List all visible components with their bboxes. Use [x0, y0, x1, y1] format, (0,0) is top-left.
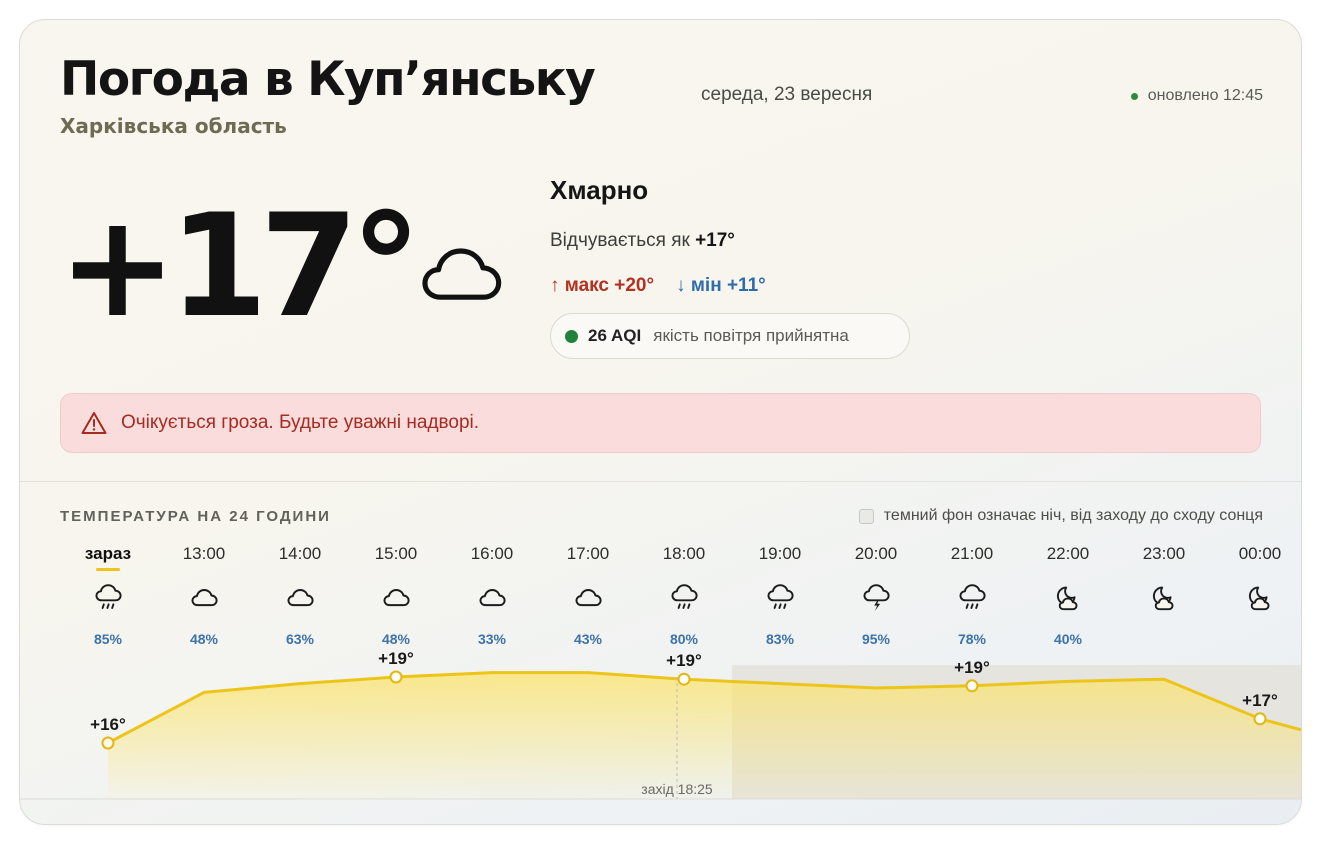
divider	[20, 481, 1301, 482]
warning-icon	[81, 412, 107, 434]
sunset-label: захід 18:25	[641, 781, 713, 797]
weather-card: Погода в Куп’янську середа, 23 вересня Х…	[19, 19, 1302, 825]
cloud-icon	[422, 248, 502, 300]
cloud-icon	[285, 584, 315, 619]
alert-text: Очікується гроза. Будьте уважні надворі.	[121, 412, 480, 433]
temperature-label: +19°	[378, 649, 414, 668]
hour-label: 19:00	[758, 544, 802, 563]
hour-label: зараз	[84, 544, 132, 563]
hour-slot: 23:00	[1124, 544, 1204, 611]
aqi-badge: 26 AQI якість повітря прийнятна	[550, 313, 910, 359]
updated-status: оновлено 12:45	[1130, 87, 1263, 105]
storm-alert: Очікується гроза. Будьте уважні надворі.	[60, 393, 1261, 453]
night-legend: темний фон означає ніч, від заходу до сх…	[858, 507, 1263, 525]
night-legend-swatch	[858, 508, 874, 524]
temperature-label: +19°	[666, 651, 702, 670]
feels-like-label: Відчувається як	[550, 230, 690, 251]
min-temp: ↓ мін +11°	[676, 275, 766, 296]
moon-cloud-icon	[1053, 584, 1083, 619]
rain-icon	[765, 584, 795, 619]
hour-label: 23:00	[1142, 544, 1186, 563]
hour-label: 14:00	[278, 544, 322, 563]
hour-label: 21:00	[950, 544, 994, 563]
status-dot-icon	[1130, 92, 1138, 100]
date-label: середа, 23 вересня	[701, 84, 873, 105]
temperature-point	[1253, 712, 1267, 726]
hour-slot: 20:00 95%	[836, 544, 916, 647]
hour-label: 22:00	[1046, 544, 1090, 563]
hour-slot: 16:00 33%	[452, 544, 532, 647]
feels-like-value: +17°	[695, 230, 735, 251]
cloud-icon	[381, 584, 411, 619]
moon-cloud-icon	[1245, 584, 1275, 619]
forecast-title: ТЕМПЕРАТУРА НА 24 ГОДИНИ	[60, 508, 331, 525]
temperature-point	[101, 736, 115, 750]
hour-slot: 18:00 80%	[644, 544, 724, 647]
hour-label: 13:00	[182, 544, 226, 563]
hour-label: 16:00	[470, 544, 514, 563]
region-label: Харківська область	[60, 114, 287, 138]
hour-label: 18:00	[662, 544, 706, 563]
temperature-point	[965, 679, 979, 693]
temperature-chart: захід 18:25 +16° +19° +19° +19° +17°	[20, 649, 1301, 800]
page-title: Погода в Куп’янську	[60, 52, 596, 107]
hour-slot: 22:00 40%	[1028, 544, 1108, 647]
hour-slot: 14:00 63%	[260, 544, 340, 647]
updated-label: оновлено 12:45	[1147, 87, 1263, 104]
max-temp: ↑ макс +20°	[550, 275, 655, 296]
temperature-label: +17°	[1242, 691, 1278, 710]
hour-slot: 21:00 78%	[932, 544, 1012, 647]
rain-icon	[669, 584, 699, 619]
temperature-label: +19°	[954, 658, 990, 677]
night-legend-text: темний фон означає ніч, від заходу до сх…	[883, 507, 1263, 524]
temperature-point	[389, 670, 403, 684]
hour-slot: зараз 85%	[68, 544, 148, 647]
rain-icon	[93, 584, 123, 619]
hour-slot: 00:00	[1220, 544, 1300, 611]
hour-label: 17:00	[566, 544, 610, 563]
temperature-label: +16°	[90, 715, 126, 734]
min-max: ↑ макс +20° ↓ мін +11°	[550, 275, 766, 297]
aqi-value: 26 AQI	[588, 326, 642, 345]
current-hour-indicator	[96, 568, 120, 571]
cloud-icon	[477, 584, 507, 619]
cloud-icon	[189, 584, 219, 619]
aqi-text: якість повітря прийнятна	[653, 326, 849, 345]
condition-label: Хмарно	[550, 175, 649, 205]
hour-label: 15:00	[374, 544, 418, 563]
hour-label: 00:00	[1238, 544, 1282, 563]
feels-like: Відчувається як +17°	[550, 230, 735, 252]
hour-slot: 19:00 83%	[740, 544, 820, 647]
hour-slot: 15:00 48%	[356, 544, 436, 647]
hour-slot: 17:00 43%	[548, 544, 628, 647]
hour-label: 20:00	[854, 544, 898, 563]
moon-cloud-icon	[1149, 584, 1179, 619]
aqi-dot-icon	[565, 329, 578, 343]
cloud-icon	[573, 584, 603, 619]
current-temperature: +17°	[58, 184, 422, 349]
hour-slot: 13:00 48%	[164, 544, 244, 647]
temperature-point	[677, 672, 691, 686]
thunder-icon	[861, 584, 891, 619]
rain-icon	[957, 584, 987, 619]
